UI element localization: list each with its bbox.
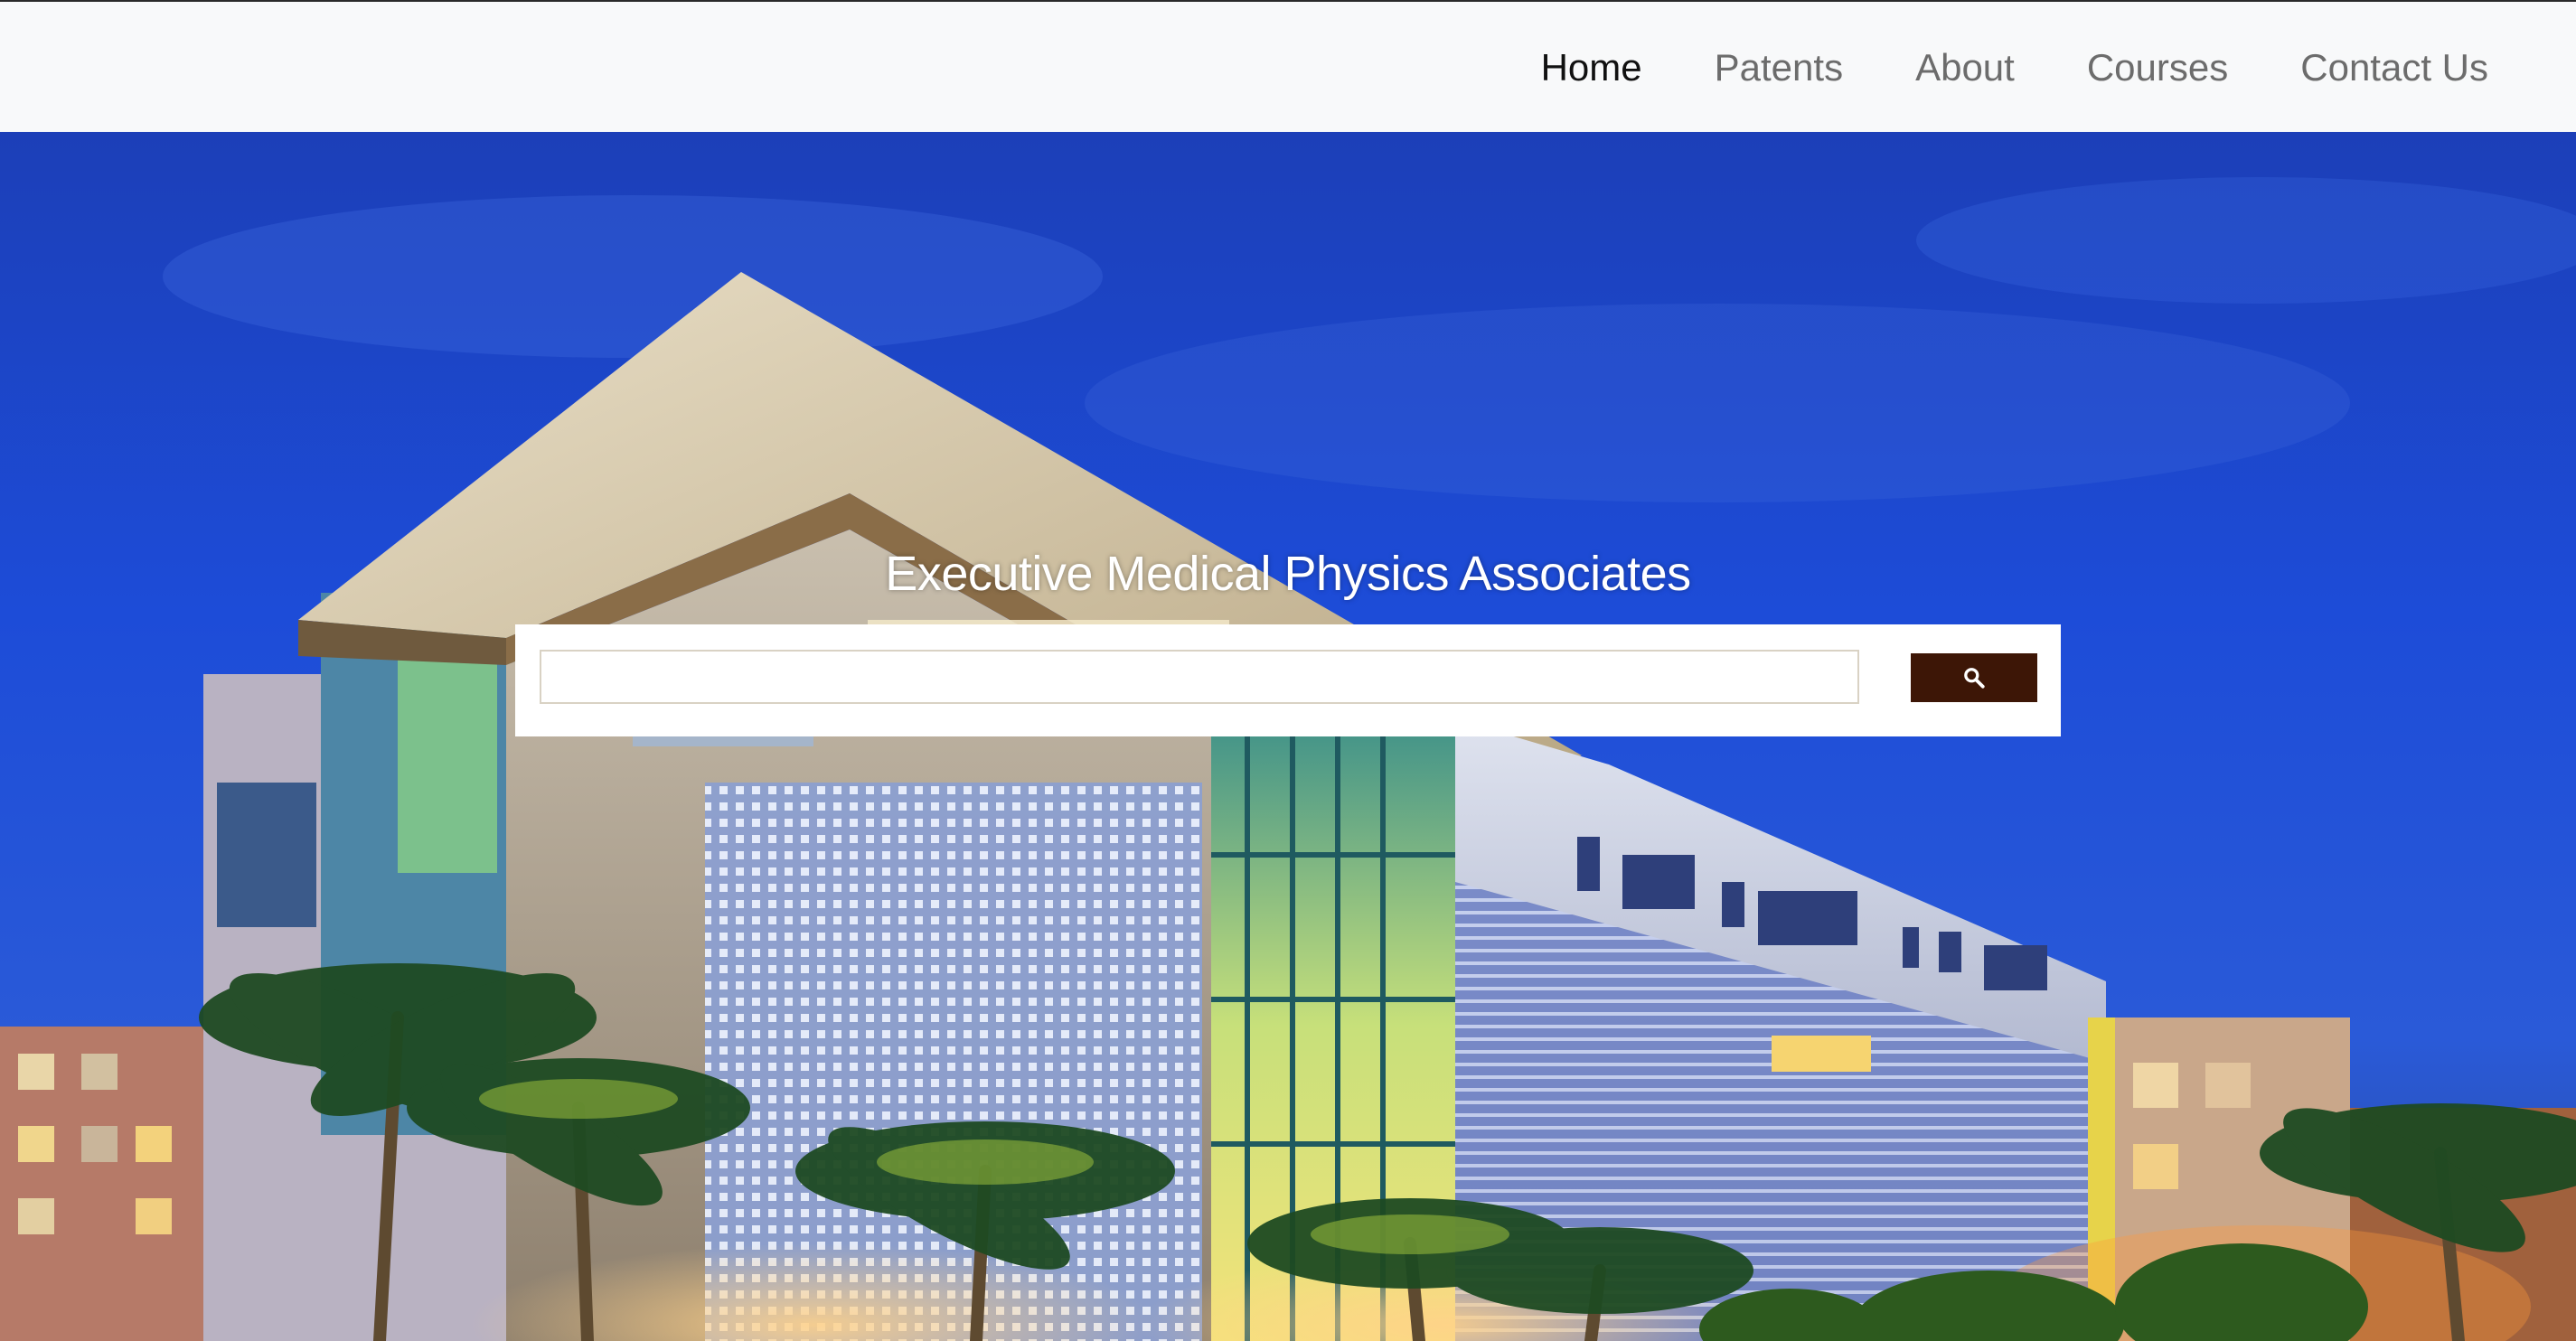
nav-item-courses[interactable]: Courses (2051, 46, 2264, 89)
nav-item-home[interactable]: Home (1505, 46, 1678, 89)
nav-item-patents[interactable]: Patents (1678, 46, 1879, 89)
nav-item-about[interactable]: About (1879, 46, 2051, 89)
nav-item-contact-us[interactable]: Contact Us (2264, 46, 2488, 89)
hero-section: Innovation (0, 132, 2576, 1341)
search-box (515, 624, 2061, 736)
page: Home Patents About Courses Contact Us Ex… (0, 0, 2576, 1341)
hero-background-image: Innovation (0, 132, 2576, 1341)
search-icon (1964, 668, 1985, 689)
nav-menu: Home Patents About Courses Contact Us (1505, 2, 2488, 134)
search-input[interactable] (540, 650, 1859, 704)
site-title: Executive Medical Physics Associates (885, 547, 1691, 601)
search-button[interactable] (1911, 653, 2037, 702)
top-navbar: Home Patents About Courses Contact Us (0, 0, 2576, 132)
